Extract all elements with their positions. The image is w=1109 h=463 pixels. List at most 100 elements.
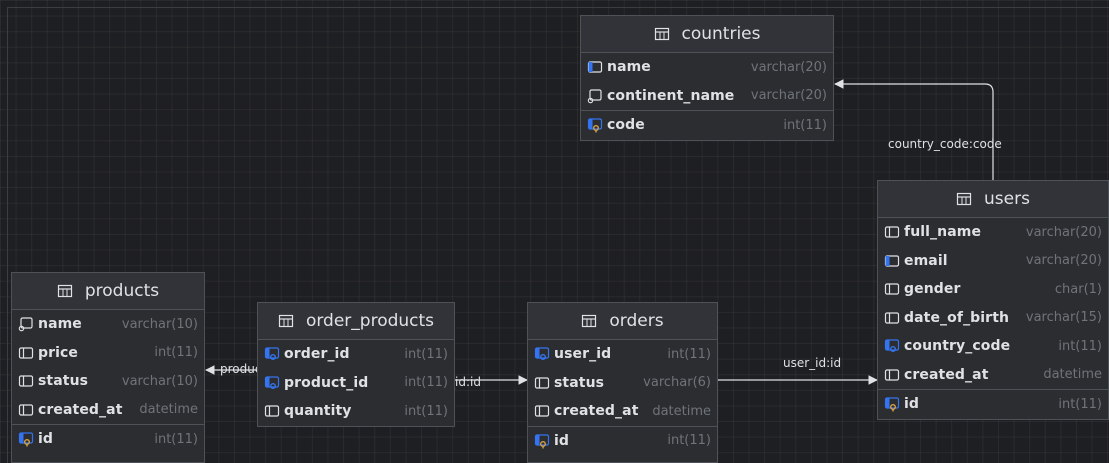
table-products[interactable]: products name varchar(10) price int(11) … xyxy=(11,272,205,463)
column-name: created_at xyxy=(554,403,639,420)
relation-label-user-id: user_id:id xyxy=(783,356,842,370)
column-row[interactable]: id int(11) xyxy=(878,389,1108,419)
table-icon xyxy=(582,314,597,328)
primary-key-column-icon xyxy=(587,118,603,133)
column-row[interactable]: price int(11) xyxy=(12,339,204,368)
column-row[interactable]: status varchar(6) xyxy=(528,369,717,398)
table-title: order_products xyxy=(305,311,435,331)
table-orders[interactable]: orders user_id int(11) status varchar(6)… xyxy=(527,302,718,463)
foreign-key-column-icon xyxy=(884,339,900,353)
column-row[interactable]: quantity int(11) xyxy=(258,397,454,426)
column-type: int(11) xyxy=(783,117,827,133)
column-type: int(11) xyxy=(404,403,448,419)
table-icon xyxy=(57,284,72,298)
column-name: created_at xyxy=(38,401,123,418)
table-header[interactable]: orders xyxy=(528,303,717,340)
column-row[interactable]: created_at datetime xyxy=(528,397,717,426)
column-name: country_code xyxy=(904,338,1011,355)
column-name: product_id xyxy=(284,374,369,391)
column-row[interactable]: continent_name varchar(20) xyxy=(581,82,833,111)
column-type: int(11) xyxy=(154,431,198,447)
column-name: id xyxy=(554,432,570,449)
column-row[interactable]: product_id int(11) xyxy=(258,369,454,398)
relation-label-country-code: country_code:code xyxy=(888,137,1002,151)
column-name: id xyxy=(38,431,54,448)
column-type: int(11) xyxy=(404,346,448,362)
table-icon xyxy=(278,314,294,328)
table-title: countries xyxy=(681,24,761,44)
foreign-key-column-icon xyxy=(534,347,550,361)
table-header[interactable]: users xyxy=(878,181,1108,218)
column-name: user_id xyxy=(554,346,612,363)
column-row[interactable]: created_at datetime xyxy=(878,361,1108,390)
column-name: code xyxy=(607,117,645,134)
column-type: varchar(10) xyxy=(121,373,198,389)
column-row[interactable]: full_name varchar(20) xyxy=(878,218,1108,247)
foreign-key-column-icon xyxy=(264,347,280,361)
table-icon xyxy=(654,27,669,41)
column-type: varchar(6) xyxy=(643,375,711,391)
column-type: int(11) xyxy=(1058,338,1102,354)
primary-key-column-icon xyxy=(884,397,900,412)
primary-key-column-icon xyxy=(18,432,34,447)
indexed-column-icon xyxy=(18,317,33,332)
table-header[interactable]: order_products xyxy=(258,303,454,340)
column-name: name xyxy=(607,59,651,76)
column-row[interactable]: code int(11) xyxy=(581,110,833,140)
column-row[interactable]: user_id int(11) xyxy=(528,340,717,369)
column-row[interactable]: gender char(1) xyxy=(878,275,1108,304)
primary-key-column-icon xyxy=(534,434,550,449)
column-name: status xyxy=(38,373,89,390)
table-header[interactable]: products xyxy=(12,273,204,310)
column-row[interactable]: date_of_birth varchar(15) xyxy=(878,304,1108,333)
column-type: varchar(20) xyxy=(1025,224,1102,240)
column-type: datetime xyxy=(1043,367,1102,383)
column-name: id xyxy=(904,396,920,413)
column-icon xyxy=(884,226,900,238)
table-header[interactable]: countries xyxy=(581,16,833,53)
column-name: name xyxy=(38,316,82,333)
column-name: gender xyxy=(904,281,961,298)
column-row[interactable]: id int(11) xyxy=(12,424,204,454)
column-type: int(11) xyxy=(667,346,711,362)
relation-line-country-code[interactable] xyxy=(834,79,994,180)
column-icon xyxy=(884,369,900,381)
column-name: price xyxy=(38,344,79,361)
column-type: int(11) xyxy=(667,433,711,449)
column-name: order_id xyxy=(284,346,350,363)
column-row[interactable]: status varchar(10) xyxy=(12,367,204,396)
column-type: int(11) xyxy=(404,375,448,391)
foreign-key-column-icon xyxy=(884,255,900,267)
table-countries[interactable]: countries name varchar(20) continent_nam… xyxy=(580,15,834,141)
column-type: varchar(20) xyxy=(1025,253,1102,269)
column-row[interactable]: created_at datetime xyxy=(12,396,204,425)
column-type: datetime xyxy=(139,402,198,418)
table-title: orders xyxy=(609,311,664,331)
column-row[interactable]: order_id int(11) xyxy=(258,340,454,369)
table-title: products xyxy=(84,281,160,301)
table-users[interactable]: users full_name varchar(20) email varcha… xyxy=(877,180,1109,420)
column-name: created_at xyxy=(904,366,989,383)
column-row[interactable]: email varchar(20) xyxy=(878,247,1108,276)
column-name: status xyxy=(554,374,605,391)
column-icon xyxy=(534,377,550,389)
column-type: varchar(20) xyxy=(750,88,827,104)
column-icon xyxy=(264,405,280,417)
column-icon xyxy=(18,347,34,359)
column-row[interactable]: name varchar(10) xyxy=(12,310,204,339)
column-name: quantity xyxy=(284,403,352,420)
column-type: int(11) xyxy=(154,345,198,361)
column-type: varchar(20) xyxy=(750,59,827,75)
foreign-key-column-icon xyxy=(587,61,603,73)
column-name: full_name xyxy=(904,224,982,241)
table-order-products[interactable]: order_products order_id int(11) product_… xyxy=(257,302,455,427)
indexed-column-icon xyxy=(587,89,602,104)
column-name: continent_name xyxy=(607,87,735,104)
column-row[interactable]: name varchar(20) xyxy=(581,53,833,82)
column-icon xyxy=(884,312,900,324)
column-row[interactable]: country_code int(11) xyxy=(878,332,1108,361)
column-icon xyxy=(884,283,900,295)
column-type: int(11) xyxy=(1058,396,1102,412)
column-name: email xyxy=(904,252,948,269)
column-row[interactable]: id int(11) xyxy=(528,425,717,456)
